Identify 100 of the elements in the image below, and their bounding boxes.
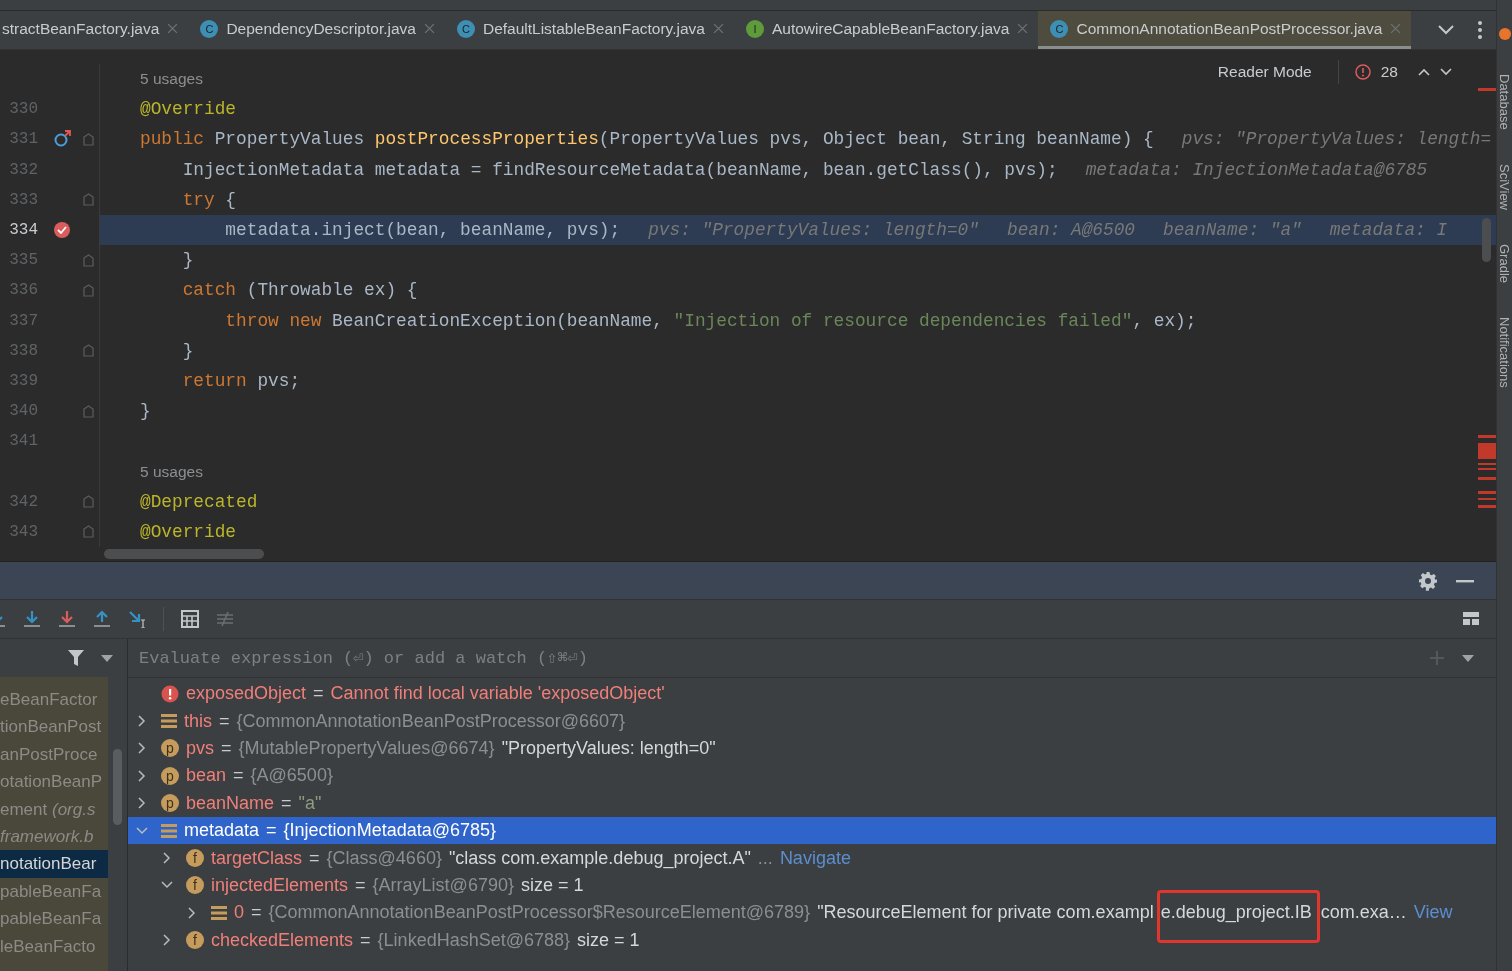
- stack-frame[interactable]: pableBeanFa: [0, 877, 108, 906]
- link[interactable]: View: [1413, 902, 1453, 924]
- line-number: 332: [9, 160, 38, 179]
- variable-value: size = 1: [520, 874, 584, 896]
- object-reference: {InjectionMetadata@6785}: [283, 820, 496, 842]
- stack-frame[interactable]: pableBeanFa: [0, 905, 108, 933]
- variable-value: "ResourceElement for private com.exampl: [817, 902, 1154, 924]
- line-number: 342: [9, 492, 38, 511]
- code-token: throw new: [224, 310, 322, 331]
- code-token: pvs;: [256, 370, 301, 391]
- editor-tab[interactable]: C DefaultListableBeanFactory.java: [444, 11, 734, 49]
- variable-value: size = 1: [577, 929, 640, 951]
- code-token: }: [181, 250, 194, 271]
- object-reference: ...: [757, 847, 773, 869]
- line-number: 336: [9, 281, 38, 300]
- equals-sign: =: [360, 929, 371, 951]
- variable-row[interactable]: 0 = {CommonAnnotationBeanPostProcessor$ResourceElement@6789} "ResourceElement for private com.exampl e.debug_project.IB com.exa… View: [128, 899, 1496, 927]
- variable-row[interactable]: p bean = {A@6500}: [128, 762, 1496, 790]
- inline-value-hint: bean: A@6500: [1006, 220, 1135, 241]
- string-value: "a": [298, 792, 322, 814]
- field-icon: p: [161, 766, 179, 785]
- code-token: InjectionMetadata metadata = findResourceMetadata(beanName, bean.getClass(), pvs);: [181, 159, 1058, 180]
- equals-sign: =: [233, 765, 244, 787]
- equals-sign: =: [355, 874, 366, 896]
- variable-row[interactable]: f targetClass = {Class@4660} "class com.example.debug_project.A" ... Navigate: [128, 844, 1496, 872]
- object-reference: {MutablePropertyValues@6674}: [238, 737, 495, 759]
- code-token: public: [140, 129, 205, 150]
- variable-name: metadata: [184, 820, 260, 842]
- variable-value: e.debug_project.IB: [1160, 902, 1312, 924]
- editor-tab[interactable]: C CommonAnnotationBeanPostProcessor.java: [1038, 11, 1412, 49]
- inline-value-hint: metadata: I: [1329, 220, 1448, 241]
- variable-name: 0: [234, 902, 244, 924]
- problem-count[interactable]: 28: [1380, 63, 1398, 81]
- reader-mode-link[interactable]: Reader Mode: [1217, 63, 1312, 81]
- variable-value: "PropertyValues: length=0": [501, 737, 716, 759]
- inline-value-hint: metadata: InjectionMetadata@6785: [1085, 159, 1428, 180]
- line-number: 338: [9, 341, 38, 360]
- tool-window-button[interactable]: Notifications: [1497, 316, 1512, 388]
- tool-window-button[interactable]: Gradle: [1497, 243, 1512, 283]
- line-number: 341: [9, 432, 38, 451]
- line-number: 343: [9, 522, 38, 541]
- code-token: (Throwable ex) {: [245, 280, 418, 301]
- code-token: }: [181, 340, 194, 361]
- code-token: , ex);: [1132, 310, 1197, 331]
- editor-tab[interactable]: C DependencyDescriptor.java: [188, 11, 445, 49]
- line-number: 334: [9, 221, 38, 240]
- variable-row[interactable]: p beanName = "a": [128, 789, 1496, 817]
- line-number: 330: [9, 100, 38, 119]
- variable-row[interactable]: exposedObject = Cannot find local variable 'exposedObject': [128, 680, 1496, 708]
- field-icon: f: [186, 931, 204, 950]
- code-token: @Override: [140, 521, 237, 542]
- variable-row[interactable]: f checkedElements = {LinkedHashSet@6788} size = 1: [128, 926, 1496, 954]
- variable-value: com.exa…: [1320, 902, 1407, 924]
- code-token: postProcessProperties: [374, 129, 599, 150]
- object-reference: {CommonAnnotationBeanPostProcessor@6607}: [236, 710, 626, 732]
- equals-sign: =: [313, 683, 324, 705]
- class-icon: C: [1050, 19, 1069, 38]
- editor-tab[interactable]: stractBeanFactory.java: [0, 11, 189, 49]
- inline-value-hint: pvs: "PropertyValues: length=: [1181, 129, 1492, 150]
- line-number: 333: [9, 190, 38, 209]
- equals-sign: =: [281, 792, 292, 814]
- code-token: return: [181, 370, 247, 391]
- code-token: @Deprecated: [140, 491, 258, 512]
- variable-name: bean: [186, 765, 227, 787]
- variable-name: this: [184, 710, 212, 732]
- variable-value: "class com.example.debug_project.A": [448, 847, 751, 869]
- code-token: try: [181, 189, 215, 210]
- variable-row[interactable]: p pvs = {MutablePropertyValues@6674} "PropertyValues: length=0": [128, 734, 1496, 763]
- equals-sign: =: [266, 820, 277, 842]
- equals-sign: =: [221, 737, 232, 759]
- link[interactable]: Navigate: [779, 847, 851, 869]
- tool-window-button[interactable]: SciView: [1497, 163, 1512, 210]
- line-number: 340: [9, 402, 38, 421]
- tool-window-button[interactable]: Database: [1497, 74, 1512, 130]
- variable-name: pvs: [186, 737, 214, 759]
- editor-tab[interactable]: I AutowireCapableBeanFactory.java: [733, 11, 1039, 49]
- usages-hint[interactable]: 5 usages: [140, 462, 203, 481]
- variable-name: exposedObject: [186, 683, 307, 705]
- code-token: {: [224, 189, 237, 210]
- line-number: 337: [9, 311, 38, 330]
- stack-frame[interactable]: notationBear: [0, 850, 108, 878]
- object-reference: {A@6500}: [250, 765, 333, 787]
- class-icon: C: [456, 19, 475, 38]
- field-icon: p: [161, 739, 179, 758]
- inline-value-hint: beanName: "a": [1163, 220, 1302, 241]
- object-reference: {CommonAnnotationBeanPostProcessor$ResourceElement@6789}: [268, 902, 811, 924]
- field-icon: f: [186, 849, 204, 868]
- code-token: PropertyValues: [213, 129, 366, 150]
- variable-row[interactable]: metadata = {InjectionMetadata@6785}: [128, 816, 1496, 845]
- code-token: "Injection of resource dependencies failed": [673, 310, 1133, 331]
- field-icon: p: [161, 794, 179, 813]
- equals-sign: =: [219, 710, 230, 732]
- variable-row[interactable]: f injectedElements = {ArrayList@6790} size = 1: [128, 871, 1496, 900]
- code-token: @Override: [140, 99, 237, 120]
- variable-name: injectedElements: [211, 874, 349, 896]
- line-number: 339: [9, 371, 38, 390]
- variable-name: checkedElements: [211, 929, 354, 951]
- variable-row[interactable]: this = {CommonAnnotationBeanPostProcessor@6607}: [128, 707, 1496, 735]
- usages-hint[interactable]: 5 usages: [140, 70, 203, 89]
- class-icon: C: [200, 19, 219, 38]
